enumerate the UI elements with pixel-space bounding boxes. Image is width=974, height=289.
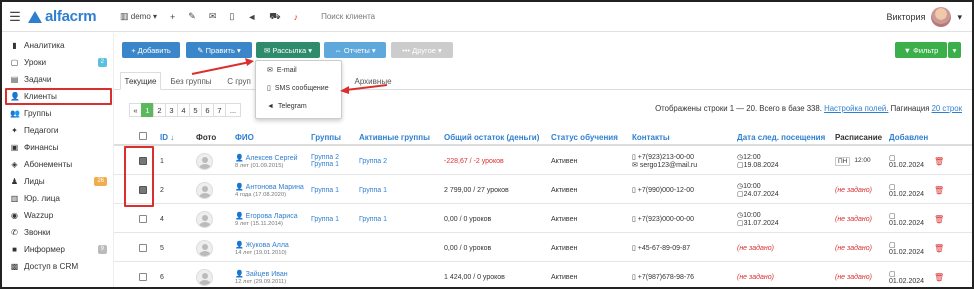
annotation-arrows xyxy=(191,58,388,94)
arrow-to-sms-head xyxy=(340,86,349,94)
arrow-to-mailing-head xyxy=(245,58,254,66)
arrow-to-sms xyxy=(345,84,388,91)
arrow-to-mailing xyxy=(191,61,251,75)
app-frame: ☰ alfacrm ▥ demo ▾ + ✎ ✉ ▯ ◄ ⛟ ♪ Поиск к… xyxy=(0,0,974,289)
